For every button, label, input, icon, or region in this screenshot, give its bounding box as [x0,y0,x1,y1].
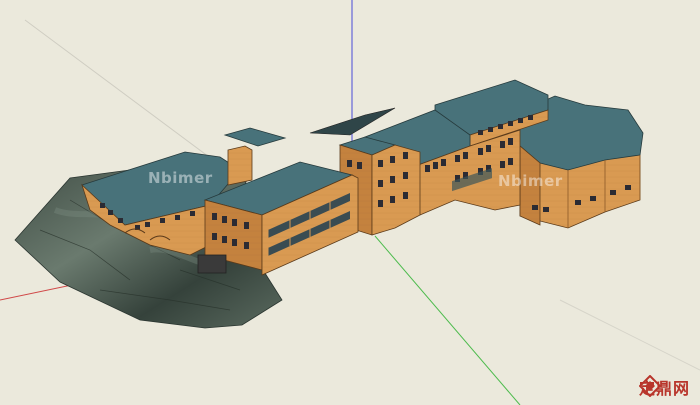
entrance-canopy [197,254,227,274]
green-axis [374,235,521,405]
model-viewport[interactable]: Nbimer Nbimer 定鼎网 [0,0,700,405]
diamond-logo-icon [638,375,661,397]
guide-line-2 [559,299,700,371]
brand-logo[interactable]: 定鼎网 [638,375,690,399]
model-canvas[interactable] [0,0,700,405]
watermark-right: Nbimer [498,172,563,190]
watermark-left: Nbimer [148,169,213,187]
